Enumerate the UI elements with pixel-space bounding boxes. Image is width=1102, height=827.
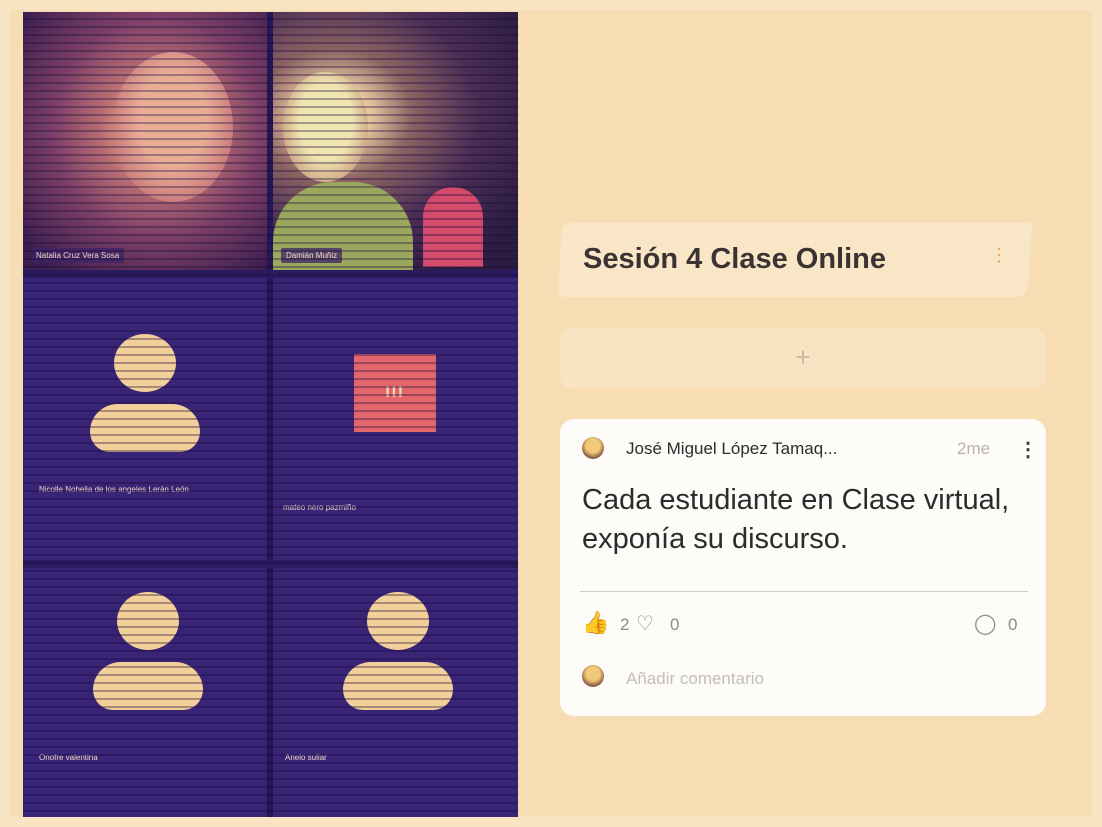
add-post-button[interactable]: +	[560, 328, 1046, 388]
post-timestamp: 2me	[957, 439, 991, 458]
divider	[580, 591, 1028, 592]
post-author: José Miguel López Tamaq...	[626, 439, 838, 458]
participant-name-label: Onofre valentina	[39, 753, 98, 762]
thumbs-up-icon[interactable]: 👍	[582, 610, 609, 636]
video-tile-2[interactable]: Damián Muñiz	[273, 12, 518, 270]
background-figure	[423, 187, 483, 267]
plus-icon: +	[795, 342, 811, 372]
participant-name-label: Natalia Cruz Vera Sosa	[31, 248, 125, 263]
avatar	[582, 437, 604, 459]
avatar	[582, 665, 604, 687]
participant-name-label: Anelo suliar	[285, 753, 327, 762]
participant-name-label: mateo nero pazmiño	[283, 503, 356, 512]
video-tile-1[interactable]: Natalia Cruz Vera Sosa	[23, 12, 267, 270]
comment-icon[interactable]: ◯	[974, 611, 996, 636]
comment-count: 0	[1008, 615, 1018, 634]
grid-divider	[23, 560, 518, 568]
like-count: 2	[620, 615, 630, 634]
calendar-icon: III	[354, 354, 436, 432]
post-menu-icon[interactable]: ⋮	[1018, 437, 1038, 462]
dislike-count: 0	[670, 615, 680, 634]
post-body: Cada estudiante en Clase virtual, exponí…	[582, 484, 1010, 555]
section-menu-icon[interactable]: ⋮	[990, 245, 1008, 266]
add-comment-input[interactable]: Añadir comentario	[626, 669, 764, 689]
participant-video	[283, 72, 368, 182]
thumbs-down-icon[interactable]: ♡	[636, 611, 654, 636]
section-title: Sesión 4 Clase Online	[583, 243, 886, 275]
participant-name-label: Nicolle Nohelia de los angeles Lerán Leó…	[39, 485, 189, 494]
participant-video	[113, 52, 233, 202]
video-grid: Natalia Cruz Vera Sosa Damián Muñiz Nico…	[23, 12, 518, 827]
grid-divider	[23, 270, 518, 278]
participant-name-label: Damián Muñiz	[281, 248, 343, 263]
post-card[interactable]: José Miguel López Tamaq... 2me ⋮ Cada es…	[560, 419, 1046, 716]
